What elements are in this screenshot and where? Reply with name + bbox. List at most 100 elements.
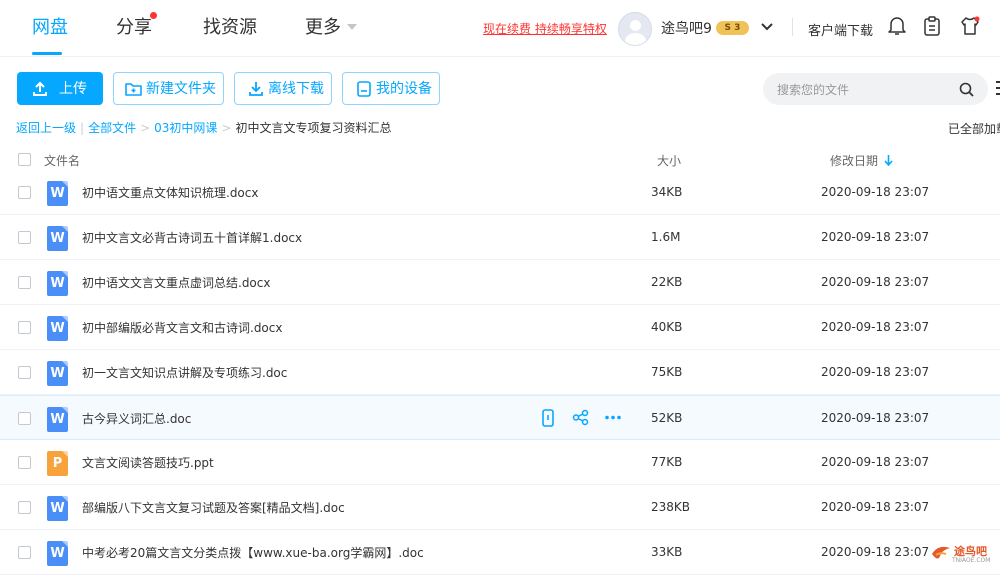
bell-icon[interactable] [888, 16, 906, 36]
offline-download-button[interactable]: 离线下载 [234, 72, 332, 105]
table-row[interactable]: W 初中部编版必背文言文和古诗词.docx 40KB 2020-09-18 23:07 [0, 305, 1000, 350]
divider [792, 18, 793, 36]
row-checkbox[interactable] [18, 231, 31, 244]
word-file-icon: W [47, 271, 68, 296]
file-name[interactable]: 古今异义词汇总.doc [82, 410, 191, 427]
watermark-subtext: TNIAOE.COM [952, 557, 991, 564]
word-file-icon: W [47, 226, 68, 251]
word-file-icon: W [47, 181, 68, 206]
word-file-icon: W [47, 316, 68, 341]
file-size: 77KB [651, 455, 683, 469]
file-size: 52KB [651, 411, 683, 425]
row-checkbox[interactable] [18, 546, 31, 559]
word-file-icon: W [47, 496, 68, 521]
my-devices-button[interactable]: 我的设备 [342, 72, 440, 105]
device-icon [357, 81, 371, 97]
file-size: 40KB [651, 320, 683, 334]
breadcrumb-parent[interactable]: 03初中网课 [154, 121, 217, 135]
file-modified-date: 2020-09-18 23:07 [821, 455, 930, 469]
file-size: 33KB [651, 545, 683, 559]
word-file-icon: W [47, 541, 68, 566]
ppt-file-icon: P [47, 451, 68, 476]
file-modified-date: 2020-09-18 23:07 [821, 365, 930, 379]
menu-icon[interactable] [996, 80, 1000, 96]
search-icon[interactable] [959, 82, 974, 97]
row-checkbox[interactable] [18, 321, 31, 334]
file-modified-date: 2020-09-18 23:07 [821, 230, 930, 244]
search-input[interactable] [775, 80, 949, 100]
watermark-logo: 途鸟吧 TNIAOE.COM [928, 540, 996, 566]
column-name-header[interactable]: 文件名 [44, 152, 80, 169]
share-icon[interactable] [572, 409, 589, 430]
table-row[interactable]: W 初中语文重点文体知识梳理.docx 34KB 2020-09-18 23:07 [0, 170, 1000, 215]
file-modified-date: 2020-09-18 23:07 [821, 275, 930, 289]
nav-find-resources[interactable]: 找资源 [203, 14, 257, 42]
vip-badge: S 3 [716, 21, 749, 35]
table-row[interactable]: W 初中语文文言文重点虚词总结.docx 22KB 2020-09-18 23:07 [0, 260, 1000, 305]
row-checkbox[interactable] [18, 276, 31, 289]
table-row[interactable]: W 古今异义词汇总.doc 52KB 2020-09-18 23:07 [0, 395, 1000, 440]
table-row[interactable]: W 中考必考20篇文言文分类点拨【www.xue-ba.org学霸网】.doc 33… [0, 530, 1000, 575]
file-name[interactable]: 初中语文重点文体知识梳理.docx [82, 184, 258, 201]
file-name[interactable]: 初中文言文必背古诗词五十首详解1.docx [82, 229, 302, 246]
upload-icon [33, 81, 47, 96]
row-checkbox[interactable] [18, 501, 31, 514]
bird-logo-icon [932, 546, 950, 559]
table-row[interactable]: P 文言文阅读答题技巧.ppt 77KB 2020-09-18 23:07 [0, 440, 1000, 485]
row-checkbox[interactable] [18, 412, 31, 425]
client-download-link[interactable]: 客户端下载 [808, 20, 873, 39]
word-file-icon: W [47, 361, 68, 386]
nav-more[interactable]: 更多 [305, 14, 341, 42]
breadcrumb: 返回上一级 | 全部文件 >03初中网课 > 初中文言文专项复习资料汇总 [16, 121, 392, 135]
username[interactable]: 途鸟吧9 [661, 18, 712, 38]
file-size: 238KB [651, 500, 691, 514]
file-size: 22KB [651, 275, 683, 289]
nav-netdisk[interactable]: 网盘 [32, 14, 68, 42]
row-checkbox[interactable] [18, 456, 31, 469]
renew-promo-link[interactable]: 现在续费 持续畅享特权 [483, 20, 607, 37]
upload-label: 上传 [59, 81, 87, 97]
select-all-checkbox[interactable] [18, 153, 31, 166]
tshirt-icon[interactable] [960, 16, 980, 36]
chevron-down-icon[interactable] [347, 24, 357, 30]
more-options-icon[interactable] [604, 409, 622, 430]
new-folder-label: 新建文件夹 [146, 81, 216, 97]
file-name[interactable]: 初中语文文言文重点虚词总结.docx [82, 274, 270, 291]
table-row[interactable]: W 初中文言文必背古诗词五十首详解1.docx 1.6M 2020-09-18 23:… [0, 215, 1000, 260]
file-size: 75KB [651, 365, 683, 379]
upload-button[interactable]: 上传 [17, 72, 103, 105]
file-modified-date: 2020-09-18 23:07 [821, 411, 930, 425]
table-row[interactable]: W 部编版八下文言文复习试题及答案[精品文档].doc 238KB 2020-09-1… [0, 485, 1000, 530]
avatar[interactable] [618, 12, 652, 46]
chevron-down-icon[interactable] [760, 20, 774, 34]
download-icon [249, 82, 263, 96]
my-devices-label: 我的设备 [376, 81, 432, 97]
file-modified-date: 2020-09-18 23:07 [821, 320, 930, 334]
clipboard-icon[interactable] [923, 16, 941, 36]
row-checkbox[interactable] [18, 186, 31, 199]
file-name[interactable]: 初中部编版必背文言文和古诗词.docx [82, 319, 282, 336]
send-to-phone-icon[interactable] [541, 409, 555, 431]
sort-arrow-down-icon[interactable] [884, 154, 893, 166]
nav-share[interactable]: 分享 [116, 14, 152, 42]
new-folder-button[interactable]: 新建文件夹 [113, 72, 224, 105]
top-navigation-bar: 网盘 分享 找资源 更多 现在续费 持续畅享特权 途鸟吧9 S 3 客户端下载 [0, 0, 1000, 57]
file-name[interactable]: 初一文言文知识点讲解及专项练习.doc [82, 364, 287, 381]
search-box [763, 73, 988, 105]
breadcrumb-root[interactable]: 全部文件 [88, 121, 136, 135]
file-name[interactable]: 部编版八下文言文复习试题及答案[精品文档].doc [82, 499, 345, 516]
file-size: 34KB [651, 185, 683, 199]
breadcrumb-current: 初中文言文专项复习资料汇总 [235, 121, 392, 135]
file-modified-date: 2020-09-18 23:07 [821, 545, 930, 559]
column-size-header[interactable]: 大小 [657, 152, 681, 169]
file-name[interactable]: 文言文阅读答题技巧.ppt [82, 454, 214, 471]
loaded-status: 已全部加载 [948, 122, 1000, 136]
file-name[interactable]: 中考必考20篇文言文分类点拨【www.xue-ba.org学霸网】.doc [82, 544, 424, 561]
row-checkbox[interactable] [18, 366, 31, 379]
file-modified-date: 2020-09-18 23:07 [821, 500, 930, 514]
breadcrumb-back[interactable]: 返回上一级 [16, 121, 76, 135]
column-date-header[interactable]: 修改日期 [830, 152, 878, 169]
table-row[interactable]: W 初一文言文知识点讲解及专项练习.doc 75KB 2020-09-18 23:07 [0, 350, 1000, 395]
notification-dot [150, 12, 157, 19]
offline-download-label: 离线下载 [268, 81, 324, 97]
